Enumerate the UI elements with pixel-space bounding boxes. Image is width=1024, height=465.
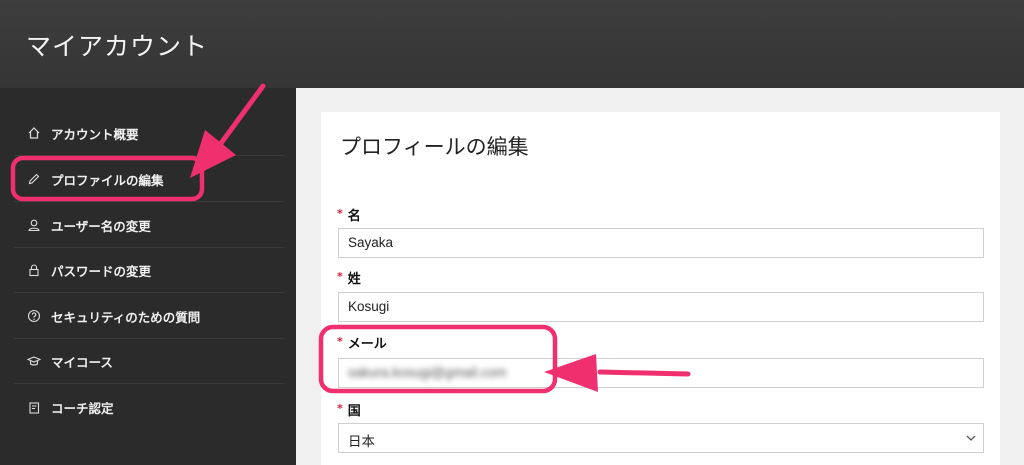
sidebar-item-label: アカウント概要: [51, 126, 139, 142]
section-title: プロフィールの編集: [340, 135, 529, 159]
required-mark: *: [337, 207, 343, 220]
country-select[interactable]: 日本: [338, 423, 984, 453]
country-label: * 国: [337, 402, 361, 419]
lock-icon: [27, 263, 41, 277]
page-title: マイアカウント: [26, 32, 209, 61]
sidebar-item-label: セキュリティのための質問: [51, 309, 201, 325]
sidebar-item-label: パスワードの変更: [51, 263, 152, 279]
sidebar: アカウント概要 プロファイルの編集 ユーザー名の変更 パスワードの変更 セキュリ…: [0, 88, 296, 465]
sidebar-item-label: コーチ認定: [51, 401, 114, 416]
last-name-input[interactable]: Kosugi: [338, 292, 984, 322]
header-bar: マイアカウント: [0, 0, 1024, 88]
sidebar-item-label: プロファイルの編集: [51, 172, 164, 188]
pencil-icon: [27, 172, 41, 186]
sidebar-item-my-courses[interactable]: マイコース: [14, 339, 284, 384]
sidebar-item-account-overview[interactable]: アカウント概要: [14, 111, 284, 156]
required-mark: *: [337, 335, 343, 348]
sidebar-item-security-questions[interactable]: セキュリティのための質問: [14, 294, 284, 339]
question-circle-icon: [27, 309, 41, 323]
sidebar-item-edit-profile[interactable]: プロファイルの編集: [14, 157, 284, 202]
user-icon: [27, 218, 41, 232]
certificate-icon: [27, 401, 41, 415]
country-value: 日本: [348, 434, 375, 449]
first-name-label: * 名: [337, 207, 361, 224]
sidebar-item-change-password[interactable]: パスワードの変更: [14, 248, 284, 293]
sidebar-item-change-username[interactable]: ユーザー名の変更: [14, 203, 284, 248]
sidebar-item-coach-certification[interactable]: コーチ認定: [14, 385, 284, 430]
graduation-cap-icon: [27, 354, 41, 368]
first-name-input[interactable]: Sayaka: [338, 228, 984, 258]
email-label: * メール: [337, 335, 387, 352]
last-name-label: * 姓: [337, 270, 361, 287]
email-value: sakura.kosugi@gmail.com: [348, 365, 507, 380]
required-mark: *: [337, 402, 343, 415]
home-icon: [27, 126, 41, 140]
chevron-down-icon: [965, 432, 977, 444]
sidebar-item-label: マイコース: [51, 354, 113, 370]
required-mark: *: [337, 270, 343, 283]
profile-edit-card: プロフィールの編集 * 名 Sayaka * 姓 Kosugi * メール sakur…: [321, 112, 1000, 465]
email-input[interactable]: sakura.kosugi@gmail.com: [338, 358, 984, 388]
sidebar-item-label: ユーザー名の変更: [51, 218, 151, 234]
